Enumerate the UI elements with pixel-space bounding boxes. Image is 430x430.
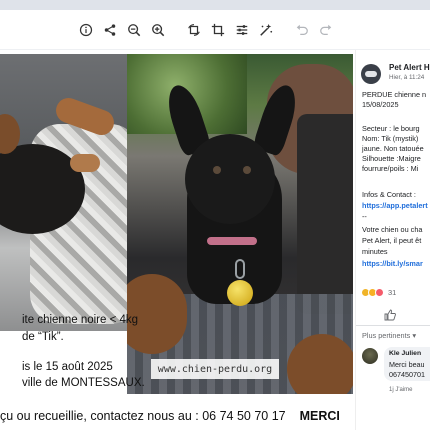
- reaction-count: 31: [388, 288, 397, 297]
- post-link-short[interactable]: https://bit.ly/smar: [362, 259, 423, 268]
- post-line: Nom: Tik (mystik): [362, 134, 419, 143]
- post-author[interactable]: Pet Alert H: [389, 63, 430, 72]
- like-icon[interactable]: [384, 308, 396, 321]
- image-canvas[interactable]: www.chien-perdu.org ite chienne noire < …: [0, 50, 430, 430]
- post-link-petalert[interactable]: https://app.petalert: [362, 201, 428, 210]
- divider: [356, 325, 430, 326]
- share-icon[interactable]: [102, 22, 118, 38]
- magic-icon[interactable]: [258, 22, 274, 38]
- watermark: www.chien-perdu.org: [151, 359, 279, 379]
- adjust-icon[interactable]: [234, 22, 250, 38]
- zoom-out-icon[interactable]: [126, 22, 142, 38]
- info-icon[interactable]: [78, 22, 94, 38]
- post-line: jaune. Non tatouée: [362, 144, 424, 153]
- post-date[interactable]: Hier, à 11:24: [389, 74, 424, 81]
- poster-line-location: ville de MONTESSAUX.: [22, 377, 145, 389]
- post-line: Silhouette :Maigre: [362, 154, 421, 163]
- rotate-icon[interactable]: [186, 22, 202, 38]
- post-line: 15/08/2025: [362, 100, 399, 109]
- post-line: minutes: [362, 247, 388, 256]
- dog-photo-left: [0, 54, 127, 331]
- poster-contact-text: çu ou recueillie, contactez nous au : 06…: [0, 409, 286, 423]
- crop-icon[interactable]: [210, 22, 226, 38]
- poster-contact: çu ou recueillie, contactez nous au : 06…: [0, 409, 340, 423]
- poster-line-description: ite chienne noire < 4kg: [22, 314, 139, 326]
- undo-icon[interactable]: [294, 22, 310, 38]
- comment-text: Merci beau: [389, 360, 425, 369]
- zoom-in-icon[interactable]: [150, 22, 166, 38]
- post-line: PERDUE chienne n: [362, 90, 427, 99]
- page-avatar[interactable]: [361, 64, 381, 84]
- post-infos-label: Infos & Contact :: [362, 190, 416, 199]
- poster-thanks: MERCI: [299, 409, 340, 423]
- comment-text: 067450701: [389, 370, 425, 379]
- window-top-strip: [0, 0, 430, 10]
- reaction-summary[interactable]: 31: [361, 288, 396, 297]
- post-line: Pet Alert, il peut êt: [362, 236, 422, 245]
- photo-viewer-toolbar: [0, 10, 430, 50]
- post-line: Votre chien ou cha: [362, 225, 423, 234]
- redo-icon[interactable]: [318, 22, 334, 38]
- commenter-name[interactable]: Kle Julien: [389, 350, 421, 357]
- dog-photo-main: [127, 54, 353, 394]
- post-line: Secteur : le bourg: [362, 124, 420, 133]
- post-dashes: --: [362, 212, 367, 221]
- comment-sort-label: Plus pertinents: [362, 331, 411, 340]
- comment-sort[interactable]: Plus pertinents ▾: [362, 331, 416, 340]
- poster-line-date: is le 15 août 2025: [22, 361, 113, 373]
- poster-line-name: de “Tik”.: [22, 331, 64, 343]
- commenter-avatar[interactable]: [362, 348, 378, 364]
- caret-down-icon: ▾: [412, 331, 416, 340]
- comment-meta[interactable]: 1j J'aime: [389, 387, 413, 393]
- post-line: fourrure/poils : Mi: [362, 164, 419, 173]
- love-reaction-icon: [375, 288, 384, 297]
- social-post-panel: Pet Alert H Hier, à 11:24 PERDUE chienne…: [355, 50, 430, 430]
